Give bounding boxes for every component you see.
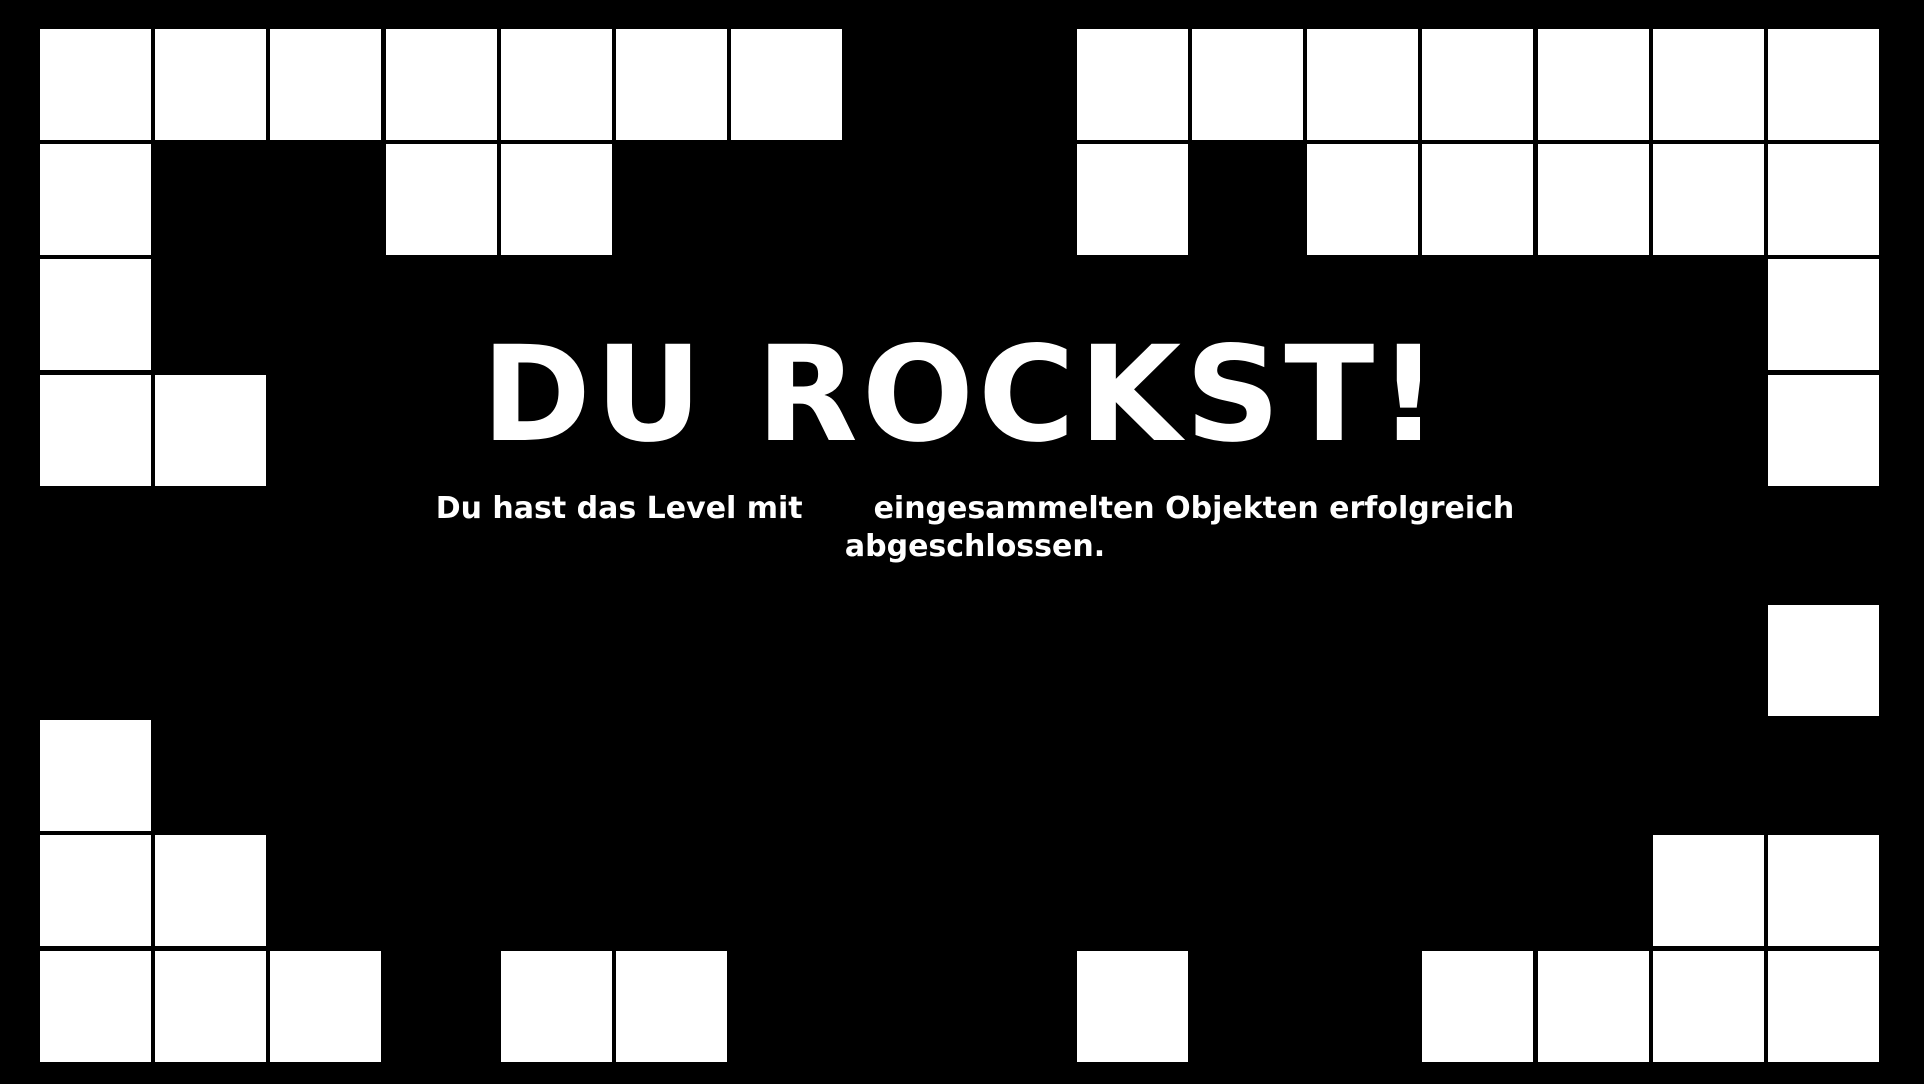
- wall-tile: [729, 27, 844, 142]
- wall-tile: [1075, 27, 1190, 142]
- wall-tile: [1420, 949, 1535, 1064]
- wall-tile: [499, 142, 614, 257]
- completion-message: Du hast das Level mit eingesammelten Obj…: [340, 490, 1610, 566]
- wall-tile: [38, 949, 153, 1064]
- wall-tile: [1766, 142, 1881, 257]
- wall-tile: [1651, 949, 1766, 1064]
- wall-tile: [1536, 27, 1651, 142]
- wall-tile: [268, 949, 383, 1064]
- wall-tile: [499, 949, 614, 1064]
- wall-tile: [1766, 949, 1881, 1064]
- message-suffix: eingesammelten Objekten erfolgreich abge…: [844, 491, 1515, 564]
- wall-tile: [38, 27, 153, 142]
- level-complete-screen: DU ROCKST! Du hast das Level mit eingesa…: [0, 0, 1924, 1084]
- wall-tile: [153, 27, 268, 142]
- wall-tile: [384, 27, 499, 142]
- wall-tile: [1075, 142, 1190, 257]
- wall-tile: [1766, 603, 1881, 718]
- wall-tile: [1651, 833, 1766, 948]
- wall-tile: [499, 27, 614, 142]
- wall-tile: [153, 833, 268, 948]
- wall-tile: [614, 27, 729, 142]
- wall-tile: [1651, 27, 1766, 142]
- wall-tile: [1075, 949, 1190, 1064]
- wall-tile: [38, 142, 153, 257]
- message-prefix: Du hast das Level mit: [435, 491, 803, 526]
- wall-tile: [1766, 833, 1881, 948]
- wall-tile: [1305, 142, 1420, 257]
- wall-tile: [1420, 142, 1535, 257]
- wall-tile: [1536, 949, 1651, 1064]
- wall-tile: [1766, 27, 1881, 142]
- wall-tile: [153, 949, 268, 1064]
- wall-tile: [268, 27, 383, 142]
- wall-tile: [38, 833, 153, 948]
- wall-tile: [38, 718, 153, 833]
- wall-tile: [1420, 27, 1535, 142]
- wall-tile: [1190, 27, 1305, 142]
- wall-tile: [614, 949, 729, 1064]
- wall-tile: [1651, 142, 1766, 257]
- wall-tile: [1536, 142, 1651, 257]
- wall-tile: [1305, 27, 1420, 142]
- success-headline: DU ROCKST!: [481, 318, 1443, 472]
- wall-tile: [384, 142, 499, 257]
